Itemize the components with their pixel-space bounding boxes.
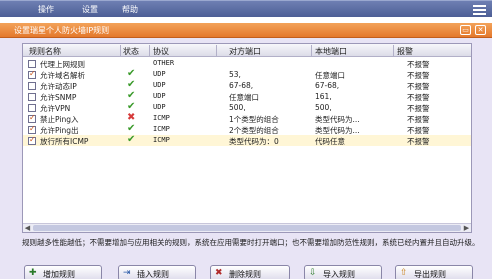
rule-local-port: 67-68, [315,81,340,90]
add-rule-button[interactable]: ✚ 增加规则 [24,265,102,279]
dialog-title-bar: 设置瑞星个人防火墙IP规则 ▭ ✕ [0,23,492,38]
import-rule-label: 导入规则 [323,270,355,279]
rule-checkbox[interactable] [28,113,36,123]
check-icon: ✔ [127,123,136,134]
check-icon: ✔ [127,101,136,112]
menu-item-help[interactable]: 帮助 [122,4,138,15]
rule-remote-port: 67-68, [229,81,254,90]
rule-checkbox[interactable] [28,93,36,101]
rule-local-port: 代码任意 [315,137,345,146]
rule-local-port: 500, [315,103,332,112]
rule-checkbox[interactable] [28,135,36,145]
header-rule-name[interactable]: 规则名称 [29,46,61,57]
minimize-icon[interactable]: ▭ [460,25,471,35]
rule-alarm: 不报警 [407,137,430,146]
rule-checkbox[interactable] [28,104,36,112]
rule-checkbox[interactable] [28,82,36,90]
insert-icon: ⇥ [123,268,131,278]
export-rule-label: 导出规则 [414,270,446,279]
table-row[interactable]: 禁止Ping入ICMP1个类型的组合类型代码为...不报警✖ [23,112,471,124]
close-icon[interactable]: ✕ [475,25,486,35]
rule-protocol: ICMP [153,114,170,122]
table-row[interactable]: 放行所有ICMP ICMP 类型代码为：0 代码任意 不报警 ✔ [23,134,471,146]
rule-checkbox[interactable] [28,60,36,68]
table-row[interactable]: 允许域名解析UDP53,任意端口不报警✔ [23,68,471,80]
header-alarm[interactable]: 报警 [397,46,413,57]
header-protocol[interactable]: 协议 [153,46,169,57]
header-local-port[interactable]: 本地端口 [315,46,347,57]
delete-icon: ✖ [215,268,223,278]
rule-local-port: 161, [315,92,332,101]
table-row[interactable]: 允许Ping出ICMP2个类型的组合类型代码为...不报警✔ [23,123,471,135]
delete-rule-button[interactable]: ✖ 删除规则 [210,265,290,279]
scroll-right-icon[interactable]: ▶ [462,224,471,232]
rule-protocol: ICMP [153,136,170,144]
rule-protocol: UDP [153,81,166,89]
rule-checkbox[interactable] [28,124,36,134]
menu-item-settings[interactable]: 设置 [82,4,98,15]
rule-remote-port: 500, [229,103,246,112]
rule-protocol: OTHER [153,59,175,67]
import-icon: ⇩ [309,268,317,278]
table-row[interactable]: 代理上网规则 OTHER 不报警 [23,58,471,69]
menu-bar: 操作 设置 帮助 [0,0,492,17]
scroll-thumb[interactable] [33,225,461,231]
horizontal-scrollbar[interactable]: ◀ ▶ [23,223,471,232]
table-row[interactable]: 允许VPN UDP 500, 500, 不报警 ✔ [23,101,471,113]
info-note: 规则越多性能越低；不需要增加与应用相关的规则，系统在应用需要时打开端口；也不需要… [22,238,480,247]
dialog-title: 设置瑞星个人防火墙IP规则 [14,26,110,35]
rule-protocol: ICMP [153,125,170,133]
export-rule-button[interactable]: ⇧ 导出规则 [395,265,473,279]
rule-checkbox[interactable] [28,69,36,79]
check-icon: ✔ [127,79,136,90]
insert-rule-label: 插入规则 [137,270,169,279]
header-status[interactable]: 状态 [123,46,139,57]
delete-rule-label: 删除规则 [229,270,261,279]
table-row[interactable]: 允许动态IP UDP 67-68, 67-68, 不报警 ✔ [23,79,471,91]
table-row[interactable]: 允许SNMP UDP 任意端口 161, 不报警 ✔ [23,90,471,102]
rule-protocol: UDP [153,92,166,100]
table-header: 规则名称 状态 协议 对方端口 本地端口 报警 [23,44,471,57]
add-icon: ✚ [29,268,37,278]
check-icon: ✔ [127,134,136,145]
add-rule-label: 增加规则 [43,270,75,279]
rule-remote-port: 53, [229,70,241,79]
rule-protocol: UDP [153,103,166,111]
header-remote-port[interactable]: 对方端口 [229,46,261,57]
cross-icon: ✖ [127,112,136,123]
export-icon: ⇧ [400,268,408,278]
import-rule-button[interactable]: ⇩ 导入规则 [304,265,382,279]
rule-name: 放行所有ICMP [40,137,89,146]
rule-protocol: UDP [153,70,166,78]
scroll-left-icon[interactable]: ◀ [23,224,32,232]
menu-icon[interactable] [473,3,486,15]
check-icon: ✔ [127,68,136,79]
insert-rule-button[interactable]: ⇥ 插入规则 [118,265,196,279]
rule-remote-port: 类型代码为：0 [229,137,279,146]
menu-item-operate[interactable]: 操作 [38,4,54,15]
rules-table: 规则名称 状态 协议 对方端口 本地端口 报警 代理上网规则OTHER不报警允许… [22,43,472,233]
check-icon: ✔ [127,90,136,101]
